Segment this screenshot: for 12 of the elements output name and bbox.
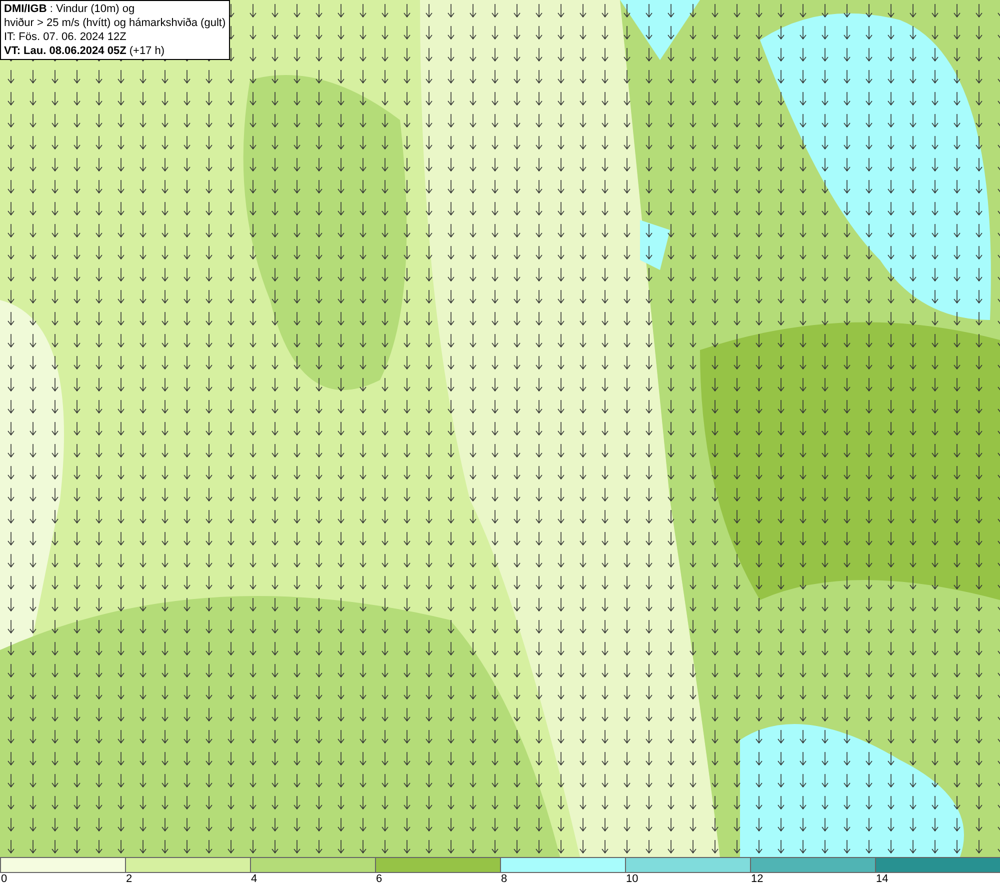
- legend-tick-label: 12: [750, 873, 764, 886]
- caption-line: hviður > 25 m/s (hvítt) og hámarkshviða (gult): [4, 16, 226, 30]
- legend-tick-label: 6: [375, 873, 384, 886]
- legend-tick-label: 4: [250, 873, 258, 886]
- caption-line: VT: Lau. 08.06.2024 05Z (+17 h): [4, 44, 166, 58]
- caption-line: IT: Fös. 07. 06. 2024 12Z: [4, 30, 128, 44]
- legend-tick-label: 8: [500, 873, 508, 886]
- legend-tick-label: 2: [125, 873, 134, 886]
- legend-tick-label: 10: [625, 873, 640, 886]
- legend-tick-label: 14: [875, 873, 890, 886]
- legend-tick-label: 0: [0, 873, 8, 886]
- caption-line: DMI/IGB : Vindur (10m) og: [4, 2, 136, 16]
